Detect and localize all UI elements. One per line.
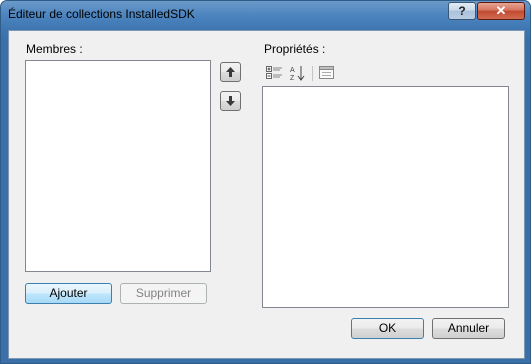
move-up-button[interactable] [220,62,241,82]
remove-button[interactable]: Supprimer [120,283,207,304]
members-label: Membres : [26,42,83,56]
move-down-button[interactable] [220,91,241,111]
close-button[interactable]: ✕ [477,2,525,20]
alphabetical-button[interactable]: A Z [288,64,308,82]
add-button[interactable]: Ajouter [25,283,112,304]
cancel-button[interactable]: Annuler [432,318,505,339]
toolbar-separator [312,66,313,81]
title-bar[interactable]: Éditeur de collections InstalledSDK ? ✕ [1,1,530,29]
dialog-client-area: Membres : Ajouter Supprimer Propriétés : [8,30,525,359]
categorized-button[interactable] [264,64,284,82]
svg-text:Z: Z [290,75,295,81]
property-pages-button[interactable] [316,64,336,82]
svg-text:A: A [290,67,295,74]
window-title: Éditeur de collections InstalledSDK [8,7,195,21]
properties-label: Propriétés : [264,42,326,56]
help-button[interactable]: ? [448,2,476,20]
ok-button[interactable]: OK [351,318,424,339]
dialog-window: Éditeur de collections InstalledSDK ? ✕ … [0,0,531,364]
members-list[interactable] [25,60,211,272]
property-grid[interactable] [262,86,509,308]
